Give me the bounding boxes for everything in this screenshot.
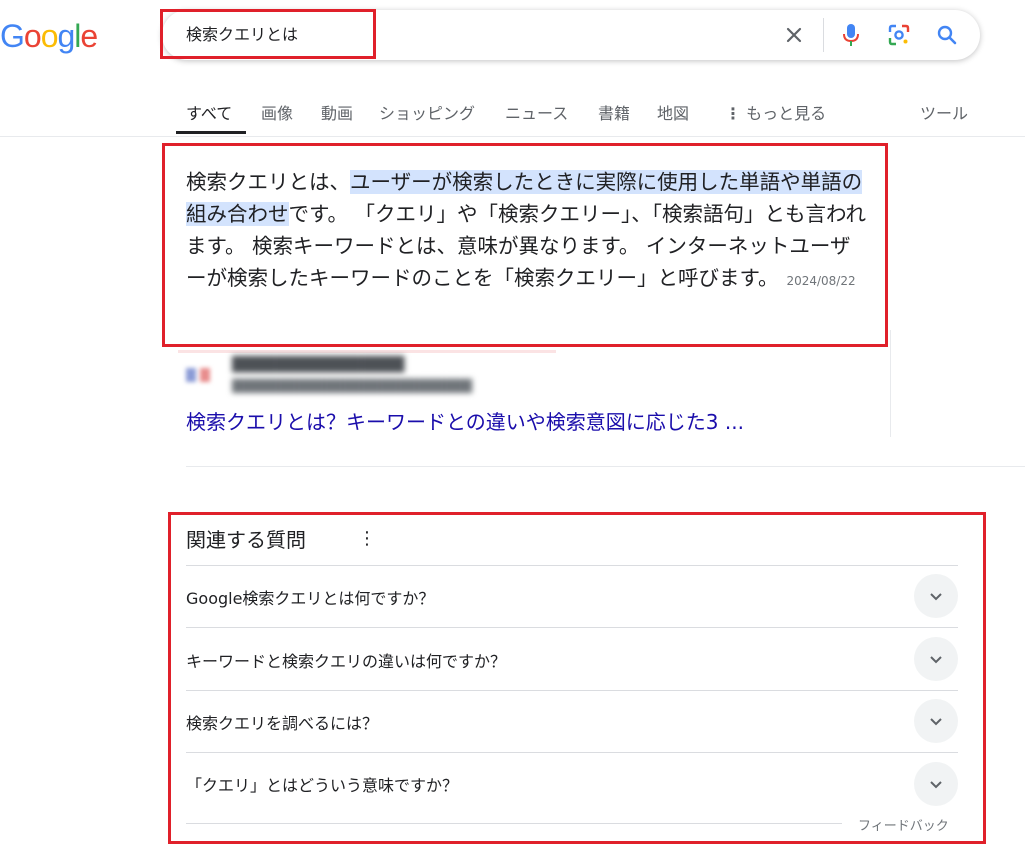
paa-question[interactable]: 「クエリ」とはどういう意味ですか？ <box>186 772 458 796</box>
lens-icon[interactable] <box>886 22 912 48</box>
active-tab-indicator <box>176 131 246 134</box>
tab-videos[interactable]: 動画 <box>321 100 353 124</box>
paa-divider <box>186 627 958 628</box>
source-underline <box>178 350 556 353</box>
tabs-divider <box>0 136 1025 137</box>
tab-news[interactable]: ニュース <box>505 100 568 124</box>
tab-tools[interactable]: ツール <box>920 100 968 124</box>
tab-shopping[interactable]: ショッピング <box>379 100 475 124</box>
chevron-down-icon[interactable] <box>914 637 958 681</box>
logo-letter: g <box>57 18 75 54</box>
tab-maps[interactable]: 地図 <box>657 100 689 124</box>
snippet-side-border <box>890 330 891 437</box>
query-highlight-box <box>160 9 376 59</box>
logo-letter: G <box>0 18 25 54</box>
search-divider <box>823 18 824 52</box>
section-divider <box>186 466 1025 467</box>
source-url-blurred: ██████████████████████████ <box>232 379 472 393</box>
source-name-blurred[interactable]: ████████████████ <box>232 357 404 373</box>
paa-question[interactable]: 検索クエリを調べるには？ <box>186 710 378 734</box>
logo-letter: e <box>80 18 98 54</box>
paa-question[interactable]: Google検索クエリとは何ですか？ <box>186 585 434 609</box>
more-vert-icon: ⋮ <box>725 104 741 123</box>
paa-title: 関連する質問 <box>186 528 306 552</box>
paa-question[interactable]: キーワードと検索クエリの違いは何ですか？ <box>186 648 506 672</box>
site-favicon <box>186 364 214 386</box>
mic-icon[interactable] <box>838 22 864 48</box>
close-icon[interactable] <box>781 22 807 48</box>
chevron-down-icon[interactable] <box>914 699 958 743</box>
chevron-down-icon[interactable] <box>914 574 958 618</box>
feedback-link[interactable]: フィードバック <box>858 815 949 834</box>
logo-letter: o <box>23 18 42 54</box>
chevron-down-icon[interactable] <box>914 762 958 806</box>
tab-books[interactable]: 書籍 <box>598 100 630 124</box>
logo-letter: o <box>40 18 59 54</box>
paa-divider <box>186 690 958 691</box>
google-logo[interactable]: Google <box>0 14 98 58</box>
paa-divider <box>186 752 958 753</box>
feedback-divider <box>186 823 842 824</box>
snippet-highlight-box <box>162 143 888 347</box>
tab-all[interactable]: すべて <box>186 100 232 124</box>
tab-images[interactable]: 画像 <box>261 100 293 124</box>
tab-more[interactable]: ⋮ もっと見る <box>725 100 826 124</box>
more-options-icon[interactable]: ⋮ <box>358 528 376 549</box>
result-title-link[interactable]: 検索クエリとは？キーワードとの違いや検索意図に応じた3 ... <box>186 406 744 435</box>
tab-more-label: もっと見る <box>746 104 827 123</box>
search-icon[interactable] <box>934 22 960 48</box>
paa-divider <box>186 565 958 566</box>
